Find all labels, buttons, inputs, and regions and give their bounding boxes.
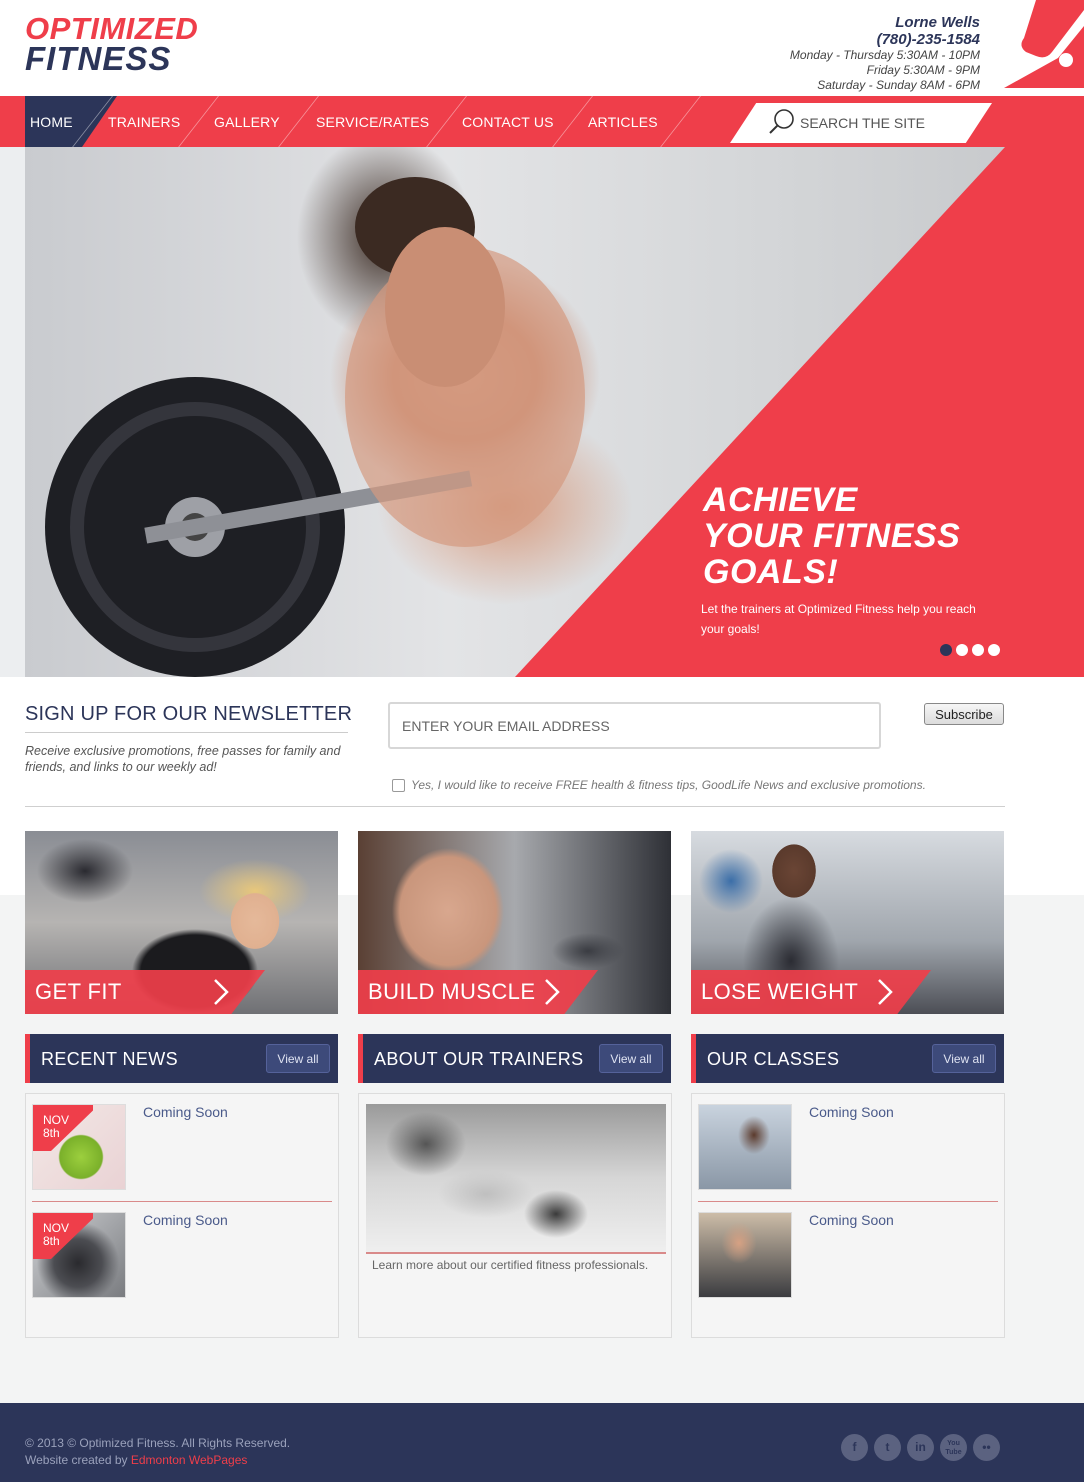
about-trainers-header: ABOUT OUR TRAINERS View all: [358, 1034, 671, 1083]
slider-dot-1[interactable]: [940, 644, 952, 656]
site-logo[interactable]: OPTIMIZED FITNESS: [25, 13, 198, 77]
nav-item-trainers[interactable]: TRAINERS: [108, 96, 180, 147]
nav-divider: [660, 96, 701, 147]
newsletter-description: Receive exclusive promotions, free passe…: [25, 744, 341, 774]
hours-line: Monday - Thursday 5:30AM - 10PM: [789, 48, 980, 62]
news-item-divider: [32, 1201, 332, 1202]
search-input[interactable]: [800, 111, 970, 135]
header-corner-decoration: [1004, 0, 1084, 88]
hours-line: Saturday - Sunday 8AM - 6PM: [817, 78, 980, 92]
linkedin-icon[interactable]: in: [907, 1434, 934, 1461]
slider-dots: [940, 644, 1000, 656]
hero-title: ACHIEVE YOUR FITNESS GOALS!: [703, 482, 960, 590]
twitter-icon[interactable]: t: [874, 1434, 901, 1461]
facebook-icon[interactable]: f: [841, 1434, 868, 1461]
section-divider: [25, 806, 1005, 807]
credit-prefix: Website created by: [25, 1453, 128, 1467]
nav-divider: [552, 96, 593, 147]
chevron-right-icon: [214, 979, 229, 1005]
trainers-view-all-button[interactable]: View all: [599, 1044, 663, 1073]
chevron-right-icon: [878, 979, 893, 1005]
feature-label: LOSE WEIGHT: [701, 979, 859, 1004]
recent-news-header: RECENT NEWS View all: [25, 1034, 338, 1083]
news-item-title[interactable]: Coming Soon: [143, 1212, 228, 1228]
news-item-title[interactable]: Coming Soon: [143, 1104, 228, 1120]
date-day: 8th: [43, 1126, 60, 1140]
news-thumbnail[interactable]: NOV 8th: [32, 1212, 126, 1298]
nav-item-service-rates[interactable]: SERVICE/RATES: [316, 96, 429, 147]
class-item-title[interactable]: Coming Soon: [809, 1104, 894, 1120]
contact-name: Lorne Wells: [895, 14, 980, 31]
section-title: OUR CLASSES: [707, 1049, 840, 1069]
nav-divider: [278, 96, 319, 147]
date-badge: NOV 8th: [33, 1213, 93, 1259]
chevron-right-icon: [545, 979, 560, 1005]
trainers-caption: Learn more about our certified fitness p…: [372, 1258, 649, 1272]
search-icon[interactable]: [768, 108, 796, 136]
class-item-divider: [698, 1201, 998, 1202]
trainers-image[interactable]: [366, 1104, 666, 1254]
contact-phone: (780)-235-1584: [876, 31, 980, 48]
newsletter-opt-in-checkbox[interactable]: [392, 779, 405, 792]
feature-label: GET FIT: [35, 979, 122, 1004]
feature-label: BUILD MUSCLE: [368, 979, 536, 1004]
class-thumbnail[interactable]: [698, 1212, 792, 1298]
slider-dot-4[interactable]: [988, 644, 1000, 656]
nav-item-articles[interactable]: ARTICLES: [588, 96, 658, 147]
contact-info: Lorne Wells (780)-235-1584 Monday - Thur…: [790, 14, 980, 93]
classes-view-all-button[interactable]: View all: [932, 1044, 996, 1073]
nav-item-gallery[interactable]: GALLERY: [214, 96, 280, 147]
feature-tile-build-muscle[interactable]: BUILD MUSCLE: [358, 831, 671, 1014]
recent-news-panel: NOV 8th Coming Soon NOV 8th Coming Soon: [25, 1093, 339, 1338]
footer-copyright: © 2013 © Optimized Fitness. All Rights R…: [25, 1435, 290, 1469]
section-title: RECENT NEWS: [41, 1049, 179, 1069]
section-title: ABOUT OUR TRAINERS: [374, 1049, 584, 1069]
class-item-title[interactable]: Coming Soon: [809, 1212, 894, 1228]
slider-dot-2[interactable]: [956, 644, 968, 656]
slider-dot-3[interactable]: [972, 644, 984, 656]
nav-divider: [178, 96, 219, 147]
credit-link[interactable]: Edmonton WebPages: [131, 1453, 248, 1467]
newsletter-title: SIGN UP FOR OUR NEWSLETTER: [25, 703, 353, 725]
our-classes-header: OUR CLASSES View all: [691, 1034, 1004, 1083]
our-classes-panel: Coming Soon Coming Soon: [691, 1093, 1005, 1338]
nav-divider: [426, 96, 467, 147]
newsletter-title-rule: [25, 732, 348, 733]
feature-tile-lose-weight[interactable]: LOSE WEIGHT: [691, 831, 1004, 1014]
hero-text: Let the trainers at Optimized Fitness he…: [701, 602, 976, 636]
credit-line: Website created by Edmonton WebPages: [25, 1452, 290, 1469]
news-thumbnail[interactable]: NOV 8th: [32, 1104, 126, 1190]
copyright-text: © 2013 © Optimized Fitness. All Rights R…: [25, 1436, 291, 1450]
hero-title-line: GOALS!: [703, 553, 839, 591]
class-thumbnail[interactable]: [698, 1104, 792, 1190]
newsletter-opt-in-label: Yes, I would like to receive FREE health…: [411, 778, 926, 792]
subscribe-button[interactable]: Subscribe: [924, 703, 1004, 725]
news-view-all-button[interactable]: View all: [266, 1044, 330, 1073]
hero-slider: ACHIEVE YOUR FITNESS GOALS! Let the trai…: [0, 147, 1084, 677]
flickr-icon[interactable]: ••: [973, 1434, 1000, 1461]
email-field[interactable]: [388, 702, 881, 749]
hero-image-barbell-plate: [45, 177, 585, 677]
nav-item-contact-us[interactable]: CONTACT US: [462, 96, 554, 147]
hours-line: Friday 5:30AM - 9PM: [866, 63, 980, 77]
feature-tile-get-fit[interactable]: GET FIT: [25, 831, 338, 1014]
date-day: 8th: [43, 1234, 60, 1248]
date-badge: NOV 8th: [33, 1105, 93, 1151]
about-trainers-panel: Learn more about our certified fitness p…: [358, 1093, 672, 1338]
hero-title-line: YOUR FITNESS: [703, 517, 961, 555]
youtube-icon[interactable]: You Tube: [940, 1434, 967, 1461]
logo-line-2: FITNESS: [25, 40, 172, 77]
nav-item-home[interactable]: HOME: [30, 96, 73, 147]
hero-title-line: ACHIEVE: [703, 481, 858, 519]
